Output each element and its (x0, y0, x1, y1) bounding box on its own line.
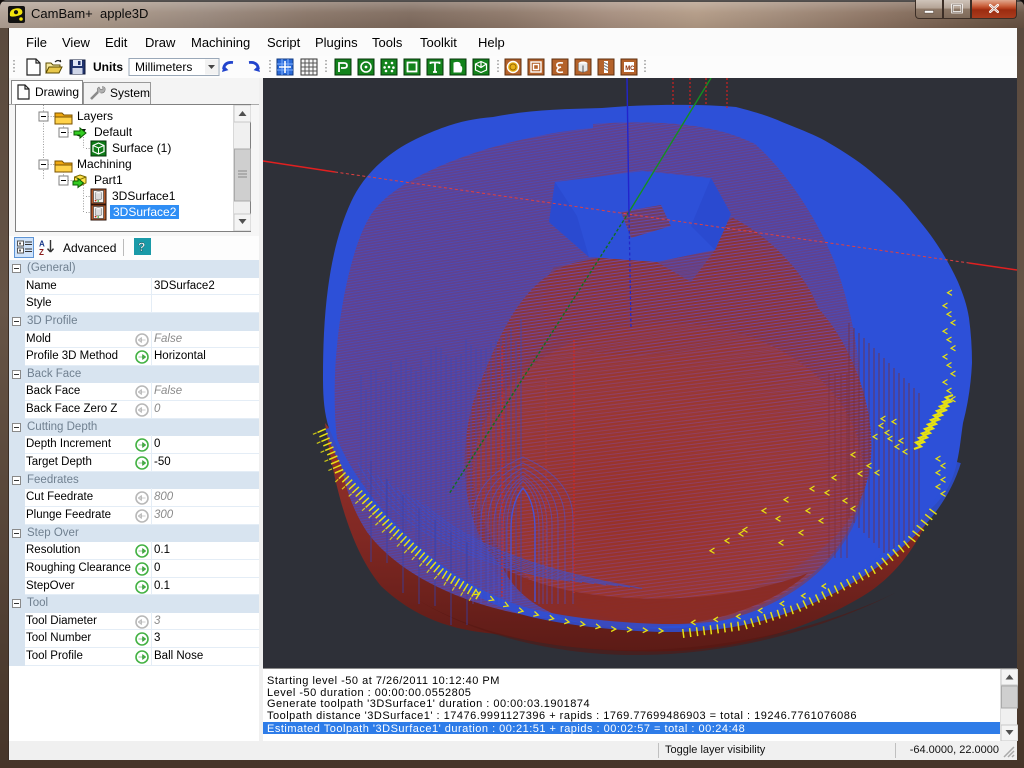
svg-text:Millimeters: Millimeters (135, 60, 192, 74)
svg-text:Units: Units (93, 60, 123, 74)
svg-text:Z: Z (39, 248, 44, 256)
svg-text:MC: MC (625, 66, 635, 72)
svg-text:?: ? (138, 240, 145, 254)
